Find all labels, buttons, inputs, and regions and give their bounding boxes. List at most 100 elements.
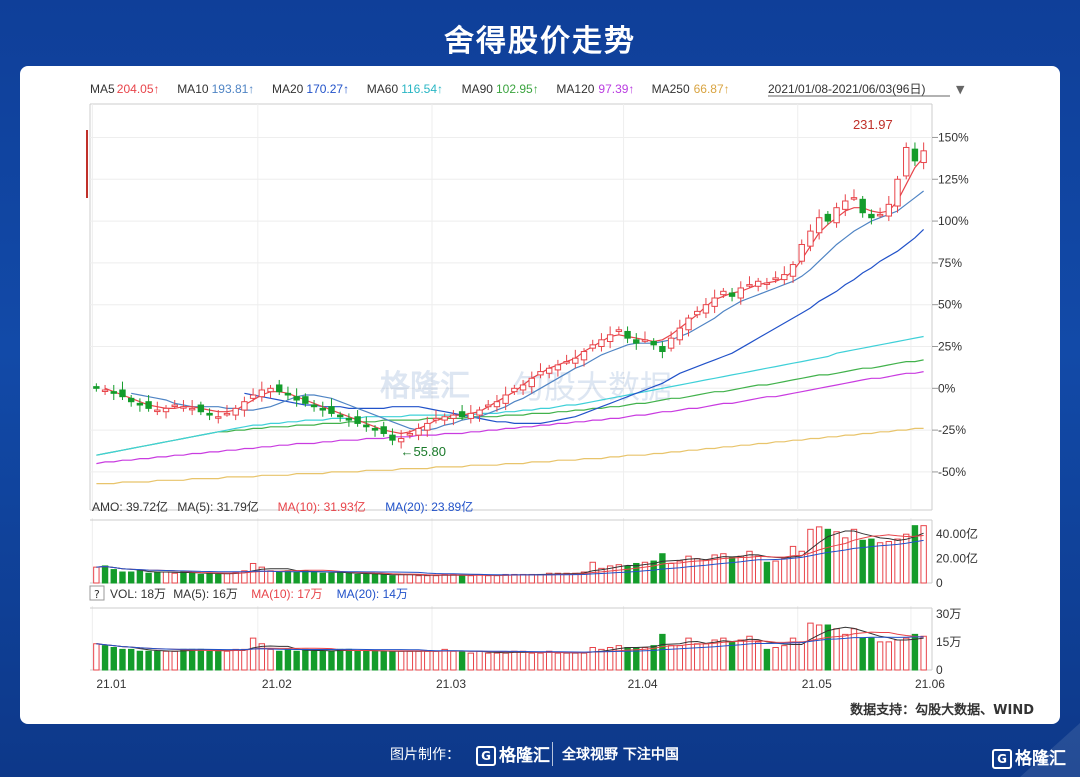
volume-bar xyxy=(580,652,588,671)
legend-value-ma5: 204.05↑ xyxy=(117,82,160,96)
corner-brand: G 格隆汇 xyxy=(992,744,1066,769)
candle-body xyxy=(136,402,144,406)
volume-bar xyxy=(336,648,344,671)
volume-bar xyxy=(136,650,144,671)
volume-bar xyxy=(354,650,361,671)
volume-bar xyxy=(885,641,893,671)
candle-body xyxy=(676,327,684,341)
volume-bar xyxy=(223,650,231,671)
candle-body xyxy=(868,213,875,219)
amount-bar xyxy=(284,570,292,584)
volume-bar xyxy=(842,633,849,671)
volume-legend-item: MA(5): 16万 xyxy=(173,587,238,601)
corner-brand-text: 格隆汇 xyxy=(1015,749,1066,769)
y-tick-label: -25% xyxy=(938,423,966,437)
candle-body xyxy=(171,404,178,408)
volume-bar xyxy=(598,648,605,671)
volume-bar xyxy=(101,645,109,671)
amount-bar xyxy=(511,573,518,584)
amount-y-tick-label: 0 xyxy=(936,576,943,590)
legend-value-ma90: 102.95↑ xyxy=(496,82,539,96)
volume-bar xyxy=(850,628,858,671)
amount-bar xyxy=(537,573,544,584)
volume-y-tick-label: 30万 xyxy=(936,607,961,621)
candle-body xyxy=(180,406,187,409)
candle-body xyxy=(789,264,797,277)
candle-body xyxy=(485,404,492,408)
volume-bar xyxy=(380,650,387,671)
candle-body xyxy=(659,346,666,353)
volume-bar xyxy=(545,650,553,671)
y-tick-label: -50% xyxy=(938,465,966,479)
candle-body xyxy=(781,274,788,281)
candle-body xyxy=(119,389,126,398)
volume-bar xyxy=(659,633,666,671)
volume-bar xyxy=(345,648,353,671)
amount-bar xyxy=(850,528,858,584)
volume-bar xyxy=(589,647,596,671)
amount-bar xyxy=(876,542,884,584)
volume-bar xyxy=(807,622,814,671)
volume-bar xyxy=(476,650,483,671)
amount-bar xyxy=(223,572,231,584)
amount-bar xyxy=(119,571,126,584)
volume-bar xyxy=(781,645,788,671)
candle-body xyxy=(598,339,605,347)
amount-bar xyxy=(310,571,318,584)
candle-body xyxy=(215,416,222,419)
candle-body xyxy=(154,409,161,413)
amount-bar xyxy=(885,541,893,584)
volume-bar xyxy=(232,648,239,671)
volume-bar xyxy=(711,639,718,671)
amount-y-tick-label: 20.00亿 xyxy=(936,551,978,566)
legend-value-ma60: 116.54↑ xyxy=(401,82,443,96)
candle-body xyxy=(267,387,274,393)
candle-body xyxy=(589,344,596,349)
volume-bar xyxy=(798,641,805,671)
legend-label-ma5: MA5 xyxy=(90,82,115,96)
date-range: 2021/01/08-2021/06/03(96日) xyxy=(768,82,925,96)
volume-bar xyxy=(894,639,901,671)
volume-bar xyxy=(511,650,518,671)
amount-bar xyxy=(903,533,910,584)
candle-body xyxy=(641,339,649,342)
candle-body xyxy=(458,411,466,418)
volume-bar xyxy=(728,641,736,671)
volume-bar xyxy=(93,643,100,671)
volume-legend-item: MA(20): 14万 xyxy=(337,587,408,601)
amount-bar xyxy=(450,573,457,584)
candle-body xyxy=(606,334,614,342)
watermark-logo: 格隆汇 xyxy=(380,369,470,404)
candle-body xyxy=(363,424,370,428)
amount-bar xyxy=(842,537,849,584)
amount-bar xyxy=(685,555,692,584)
y-tick-label: 125% xyxy=(938,172,969,186)
volume-bar xyxy=(154,650,161,671)
stock-chart: MA5 204.05↑ MA10 193.81↑ MA20 170.27↑ MA60 116.… xyxy=(86,82,978,691)
candle-body xyxy=(441,416,448,421)
legend-label-ma10: MA10 xyxy=(177,82,209,96)
candle-body xyxy=(885,203,893,217)
amount-bar xyxy=(598,567,605,584)
volume-bar xyxy=(302,648,309,671)
amount-bar xyxy=(659,553,666,584)
volume-bar xyxy=(406,650,414,671)
volume-bar xyxy=(249,637,257,671)
volume-legend-item: VOL: 18万 xyxy=(110,587,166,601)
candle-body xyxy=(493,401,501,408)
amount-bar xyxy=(485,575,492,584)
amount-bar xyxy=(868,538,875,584)
annotation-low: ←55.80 xyxy=(400,444,446,459)
amount-bar xyxy=(215,573,222,584)
volume-bar xyxy=(241,648,248,671)
amount-bar xyxy=(162,571,170,584)
amount-bar xyxy=(746,550,753,584)
volume-bar xyxy=(145,650,152,671)
amount-bar xyxy=(833,531,840,584)
volume-bar xyxy=(293,650,300,671)
amount-bar xyxy=(136,570,144,584)
amount-bar xyxy=(458,575,466,584)
footer-logo-text: 格隆汇 xyxy=(499,746,550,766)
candle-body xyxy=(798,243,805,262)
amount-bar xyxy=(894,538,901,584)
